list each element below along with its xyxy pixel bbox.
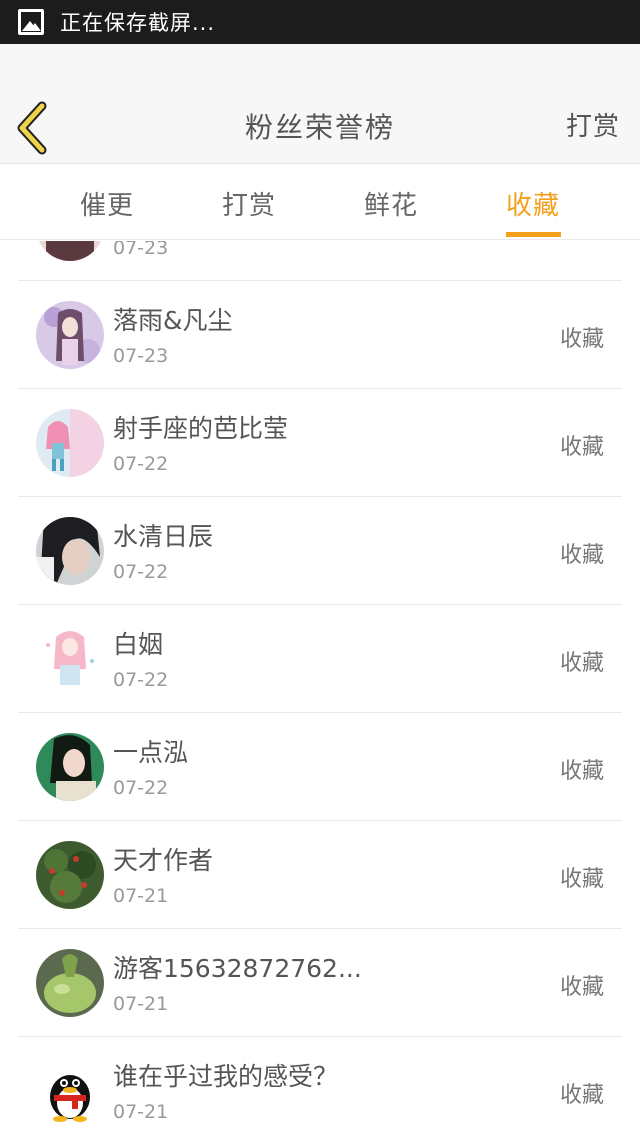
tab-flowers[interactable]: 鲜花 (364, 185, 418, 222)
user-name: 射手座的芭比莹 (113, 414, 289, 443)
user-name: 天才作者 (113, 846, 214, 875)
fan-list: 07-23 落雨&凡尘 07-23 收藏 射手座的芭比莹 07-22 收藏 水清… (0, 241, 640, 1138)
tab-urge[interactable]: 催更 (80, 185, 134, 222)
date: 07-23 (113, 241, 169, 259)
favorite-label[interactable]: 收藏 (560, 1077, 604, 1109)
avatar (36, 949, 104, 1017)
reward-button[interactable]: 打赏 (566, 106, 620, 143)
list-item[interactable]: 游客15632872762... 07-21 收藏 (18, 929, 622, 1037)
favorite-label[interactable]: 收藏 (560, 429, 604, 461)
avatar (36, 517, 104, 585)
list-item[interactable]: 射手座的芭比莹 07-22 收藏 (18, 389, 622, 497)
list-item[interactable]: 白姻 07-22 收藏 (18, 605, 622, 713)
avatar (36, 301, 104, 369)
status-text: 正在保存截屏... (60, 11, 216, 35)
user-name: 谁在乎过我的感受？ (113, 1062, 339, 1091)
avatar (36, 1057, 104, 1125)
user-name: 落雨&凡尘 (113, 306, 233, 335)
avatar (36, 409, 104, 477)
date: 07-21 (113, 885, 169, 907)
avatar (36, 733, 104, 801)
page-title: 粉丝荣誉榜 (244, 111, 395, 144)
user-name: 水清日辰 (113, 522, 214, 551)
user-name: 游客15632872762... (113, 954, 362, 983)
date: 07-22 (113, 453, 169, 475)
list-item[interactable]: 落雨&凡尘 07-23 收藏 (18, 281, 622, 389)
status-bar: 正在保存截屏... (0, 0, 640, 44)
user-name: 一点泓 (113, 738, 189, 767)
date: 07-21 (113, 1101, 169, 1123)
list-item[interactable]: 水清日辰 07-22 收藏 (18, 497, 622, 605)
list-item[interactable]: 天才作者 07-21 收藏 (18, 821, 622, 929)
date: 07-21 (113, 993, 169, 1015)
date: 07-22 (113, 777, 169, 799)
header: 粉丝荣誉榜 打赏 (0, 44, 640, 164)
favorite-label[interactable]: 收藏 (560, 861, 604, 893)
user-name: 白姻 (113, 630, 164, 659)
tab-favorites[interactable]: 收藏 (506, 185, 560, 222)
date: 07-22 (113, 669, 169, 691)
favorite-label[interactable]: 收藏 (560, 753, 604, 785)
avatar (36, 841, 104, 909)
avatar (36, 241, 104, 261)
tab-bar: 催更 打赏 鲜花 收藏 (0, 165, 640, 240)
favorite-label[interactable]: 收藏 (560, 321, 604, 353)
list-item[interactable]: 一点泓 07-22 收藏 (18, 713, 622, 821)
avatar (36, 625, 104, 693)
date: 07-22 (113, 561, 169, 583)
active-tab-indicator (506, 232, 561, 237)
favorite-label[interactable]: 收藏 (560, 645, 604, 677)
list-item[interactable]: 07-23 (18, 241, 622, 281)
date: 07-23 (113, 345, 169, 367)
favorite-label[interactable]: 收藏 (560, 969, 604, 1001)
gallery-icon (18, 9, 44, 35)
favorite-label[interactable]: 收藏 (560, 537, 604, 569)
list-item[interactable]: 谁在乎过我的感受？ 07-21 收藏 (18, 1037, 622, 1138)
tab-reward[interactable]: 打赏 (222, 185, 276, 222)
